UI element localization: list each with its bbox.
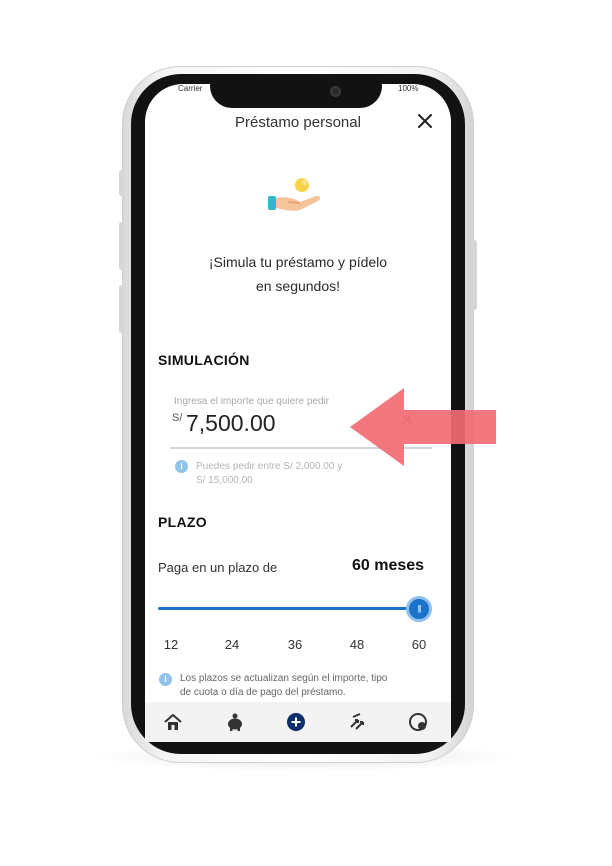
term-slider-track[interactable] xyxy=(158,607,420,610)
amount-hint-line2: S/ 15,000.00 xyxy=(196,475,253,486)
hero-text-line2: en segundos! xyxy=(255,278,341,294)
simulation-section-title: SIMULACIÓN xyxy=(158,352,250,368)
phone-notch xyxy=(210,76,382,108)
hand-coin-icon xyxy=(268,178,321,211)
term-tick[interactable]: 36 xyxy=(283,637,307,652)
term-tick[interactable]: 48 xyxy=(345,637,369,652)
amount-input[interactable]: 7,500.00 xyxy=(186,410,276,437)
page-title: Préstamo personal xyxy=(235,114,361,131)
help-icon[interactable] xyxy=(407,711,429,733)
term-section-title: PLAZO xyxy=(158,514,207,530)
term-tick[interactable]: 12 xyxy=(159,637,183,652)
close-icon xyxy=(418,114,432,128)
add-icon[interactable] xyxy=(285,711,307,733)
term-note-line2: de cuota o día de pago del préstamo. xyxy=(180,687,346,698)
term-label: Paga en un plazo de xyxy=(158,560,278,575)
phone-side-button xyxy=(119,170,124,196)
piggy-bank-icon[interactable] xyxy=(224,711,246,733)
highlight-arrow xyxy=(350,388,496,466)
term-note-line1: Los plazos se actualizan según el import… xyxy=(180,673,388,684)
currency-symbol: S/ xyxy=(172,412,183,424)
close-button[interactable] xyxy=(412,108,438,134)
hero-text-line1: ¡Simula tu préstamo y pídelo xyxy=(208,254,388,270)
transfer-icon[interactable] xyxy=(346,711,368,733)
info-icon: i xyxy=(175,460,188,473)
amount-field-label: Ingresa el importe que quiere pedir xyxy=(174,396,330,407)
term-tick[interactable]: 60 xyxy=(407,637,431,652)
term-note: Los plazos se actualizan según el import… xyxy=(180,672,430,700)
term-tick[interactable]: 24 xyxy=(220,637,244,652)
status-carrier: Carrier xyxy=(178,84,203,93)
status-battery: 100% xyxy=(398,84,419,93)
camera xyxy=(330,86,341,97)
info-icon: i xyxy=(159,673,172,686)
term-slider-thumb[interactable] xyxy=(406,596,432,622)
home-icon[interactable] xyxy=(162,711,184,733)
term-value: 60 meses xyxy=(352,557,425,574)
